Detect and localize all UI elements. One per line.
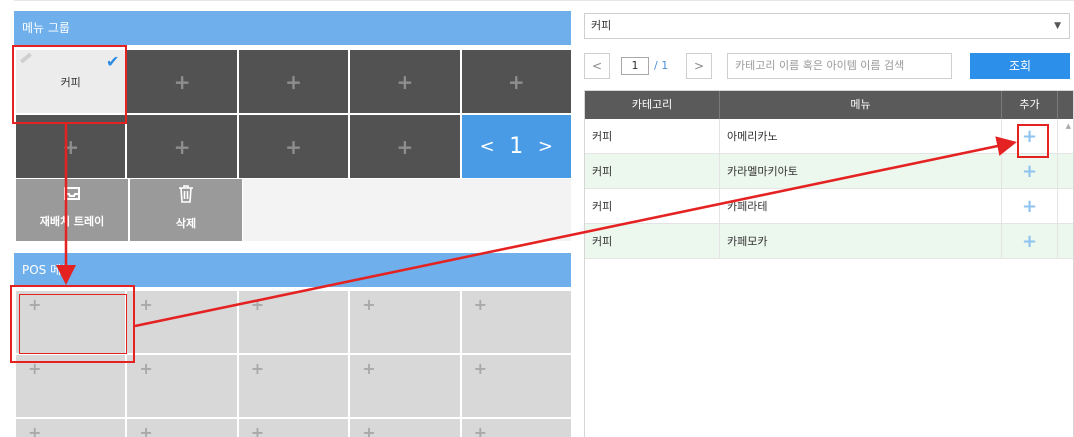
annotation-inner-box bbox=[19, 294, 127, 354]
search-input[interactable]: 카테고리 이름 혹은 아이템 이름 검색 bbox=[727, 53, 952, 79]
group-page-number: 1 bbox=[509, 134, 524, 159]
pos-menu-slot[interactable]: + bbox=[238, 419, 349, 437]
item-page-total: / 1 bbox=[654, 59, 669, 72]
cell-menu: 아메리카노 bbox=[720, 119, 1002, 153]
pos-menu-slot[interactable]: + bbox=[16, 355, 126, 417]
cell-category: 커피 bbox=[585, 189, 720, 223]
add-group-button[interactable]: + bbox=[350, 50, 460, 113]
cell-category: 커피 bbox=[585, 154, 720, 188]
add-group-button[interactable]: + bbox=[461, 50, 571, 113]
annotation-box-group bbox=[12, 45, 127, 124]
rearrange-tray-button[interactable]: 재배치 트레이 bbox=[16, 179, 128, 241]
right-panel: 커피 ▼ < 1 / 1 > 카테고리 이름 혹은 아이템 이름 검색 조회 카… bbox=[584, 13, 1074, 437]
pos-menu-slot[interactable]: + bbox=[238, 355, 349, 417]
item-page-input[interactable]: 1 bbox=[621, 57, 649, 75]
pos-menu-slot[interactable]: + bbox=[350, 355, 460, 417]
group-next-button[interactable]: > bbox=[538, 136, 553, 157]
pos-menu-slot[interactable]: + bbox=[127, 419, 237, 437]
pos-menu-slot[interactable]: + bbox=[238, 291, 349, 353]
menu-table: 카테고리 메뉴 추가 커피 아메리카노 + 커피 카라멜마키아토 + 커피 카페… bbox=[584, 90, 1074, 437]
category-select[interactable]: 커피 ▼ bbox=[584, 13, 1070, 39]
cell-category: 커피 bbox=[585, 119, 720, 153]
pos-menu-slot[interactable]: + bbox=[461, 355, 571, 417]
tool-row: 재배치 트레이 삭제 bbox=[16, 179, 571, 241]
pos-menu-slot[interactable]: + bbox=[350, 291, 460, 353]
table-row: 커피 카페모카 + bbox=[585, 224, 1073, 259]
scrollbar[interactable] bbox=[1058, 189, 1073, 223]
rearrange-tray-label: 재배치 트레이 bbox=[39, 215, 105, 228]
pos-menu-slot[interactable]: + bbox=[461, 291, 571, 353]
add-group-button[interactable]: + bbox=[238, 50, 349, 113]
item-next-button[interactable]: > bbox=[686, 53, 712, 79]
top-divider bbox=[14, 0, 1074, 1]
header-add: 추가 bbox=[1002, 91, 1058, 119]
scroll-up-arrow-icon[interactable]: ▲ bbox=[1066, 122, 1071, 130]
item-prev-button[interactable]: < bbox=[584, 53, 610, 79]
delete-label: 삭제 bbox=[175, 217, 197, 230]
tool-row-empty bbox=[243, 179, 571, 241]
scrollbar[interactable] bbox=[1058, 224, 1073, 258]
pos-menu-slot[interactable]: + bbox=[127, 291, 237, 353]
add-item-button[interactable]: + bbox=[1002, 224, 1058, 258]
pos-menu-header: POS 메뉴 bbox=[14, 253, 571, 287]
delete-button[interactable]: 삭제 bbox=[130, 179, 242, 241]
add-group-button[interactable]: + bbox=[16, 115, 126, 178]
add-group-button[interactable]: + bbox=[350, 115, 460, 178]
tray-icon bbox=[16, 185, 128, 207]
table-row: 커피 카페라테 + bbox=[585, 189, 1073, 224]
scrollbar[interactable] bbox=[1058, 154, 1073, 188]
add-item-button[interactable]: + bbox=[1002, 189, 1058, 223]
table-row: 커피 카라멜마키아토 + bbox=[585, 154, 1073, 189]
table-row: 커피 아메리카노 + bbox=[585, 119, 1073, 154]
item-pager: < 1 / 1 > 카테고리 이름 혹은 아이템 이름 검색 조회 bbox=[584, 53, 1070, 79]
add-item-button[interactable]: + bbox=[1002, 154, 1058, 188]
pos-menu-slot[interactable]: + bbox=[16, 419, 126, 437]
add-group-button[interactable]: + bbox=[127, 115, 237, 178]
pos-menu-slot[interactable]: + bbox=[350, 419, 460, 437]
add-group-button[interactable]: + bbox=[238, 115, 349, 178]
add-group-button[interactable]: + bbox=[127, 50, 237, 113]
cell-menu: 카페모카 bbox=[720, 224, 1002, 258]
header-scroll-gap bbox=[1058, 91, 1073, 119]
group-prev-button[interactable]: < bbox=[480, 136, 495, 157]
table-header: 카테고리 메뉴 추가 bbox=[585, 91, 1073, 119]
pos-menu-slot[interactable]: + bbox=[461, 419, 571, 437]
menu-group-header: 메뉴 그룹 bbox=[14, 11, 571, 45]
header-category: 카테고리 bbox=[585, 91, 720, 119]
query-button[interactable]: 조회 bbox=[970, 53, 1070, 79]
group-pager: < 1 > bbox=[461, 115, 571, 178]
cell-menu: 카라멜마키아토 bbox=[720, 154, 1002, 188]
pos-menu-slot[interactable]: + bbox=[127, 355, 237, 417]
cell-menu: 카페라테 bbox=[720, 189, 1002, 223]
dropdown-arrow-icon: ▼ bbox=[1054, 21, 1061, 31]
header-menu: 메뉴 bbox=[720, 91, 1002, 119]
annotation-box-add bbox=[1017, 124, 1049, 158]
cell-category: 커피 bbox=[585, 224, 720, 258]
trash-icon bbox=[130, 185, 242, 209]
category-select-value: 커피 bbox=[591, 19, 612, 32]
